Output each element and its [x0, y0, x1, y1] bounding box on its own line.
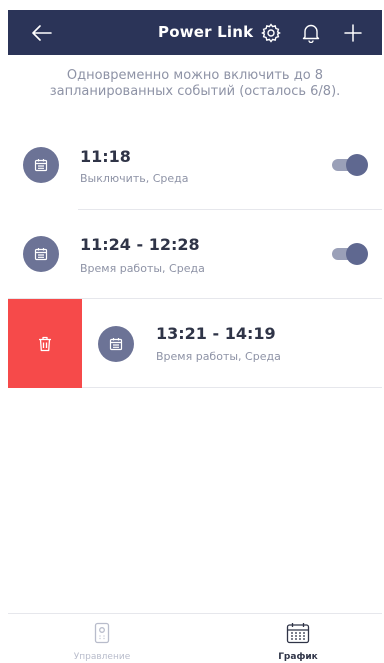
- add-button[interactable]: [340, 10, 366, 55]
- schedule-description: Время работы, Среда: [80, 262, 205, 275]
- back-button[interactable]: [28, 10, 56, 55]
- screen-frame-top: [0, 0, 384, 10]
- notifications-button[interactable]: [298, 10, 324, 55]
- app-header: Power Link: [8, 10, 382, 55]
- row-divider: [78, 209, 382, 210]
- screen-frame-left: [0, 0, 8, 658]
- tab-control[interactable]: Управление: [42, 614, 162, 662]
- toggle-knob: [346, 154, 368, 176]
- calendar-icon: [98, 326, 134, 362]
- bottom-tab-bar: Управление График: [8, 613, 382, 662]
- remote-icon: [94, 622, 110, 644]
- schedule-item[interactable]: 11:18 Выключить, Среда: [8, 122, 382, 210]
- schedule-limit-info: Одновременно можно включить до 8 заплани…: [49, 68, 341, 99]
- tab-schedule[interactable]: График: [238, 614, 358, 662]
- calendar-grid-icon: [286, 623, 310, 644]
- row-divider: [82, 387, 382, 388]
- schedule-time: 13:21 - 14:19: [156, 324, 276, 343]
- schedule-toggle[interactable]: [330, 243, 370, 265]
- schedule-time: 11:18: [80, 147, 131, 166]
- settings-button[interactable]: [258, 10, 284, 55]
- schedule-description: Время работы, Среда: [156, 350, 281, 363]
- plus-icon: [344, 23, 362, 42]
- delete-schedule-button[interactable]: [8, 299, 82, 388]
- gear-icon: [261, 22, 281, 43]
- trash-icon: [39, 336, 51, 351]
- schedule-item-swiped[interactable]: 13:21 - 14:19 Время работы, Среда: [82, 299, 382, 388]
- tab-label: Управление: [73, 652, 131, 662]
- calendar-icon: [23, 147, 59, 183]
- calendar-icon: [23, 236, 59, 272]
- toggle-knob: [346, 243, 368, 265]
- arrow-left-icon: [32, 24, 52, 41]
- schedule-description: Выключить, Среда: [80, 172, 189, 185]
- tab-label: График: [278, 652, 318, 662]
- page-title: Power Link: [158, 23, 254, 41]
- schedule-time: 11:24 - 12:28: [80, 235, 200, 254]
- bell-icon: [302, 24, 320, 43]
- schedule-toggle[interactable]: [330, 154, 370, 176]
- schedule-item[interactable]: 11:24 - 12:28 Время работы, Среда: [8, 211, 382, 299]
